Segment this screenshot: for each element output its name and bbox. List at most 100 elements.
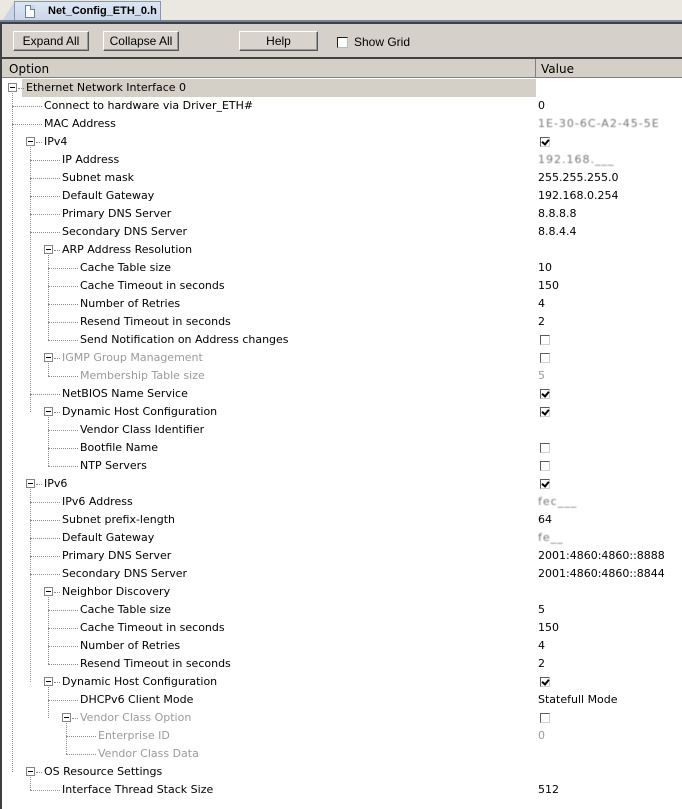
collapse-icon[interactable] <box>8 83 17 92</box>
collapse-icon[interactable] <box>44 677 53 686</box>
option-value[interactable]: 0 <box>538 729 545 742</box>
option-value[interactable]: 10 <box>538 261 552 274</box>
tree-row[interactable]: Cache Table size 5 <box>2 601 682 619</box>
tree-connector <box>48 628 78 629</box>
option-value[interactable]: 5 <box>538 369 545 382</box>
tree-row[interactable]: Default Gateway 192.168.0.254 <box>2 187 682 205</box>
collapse-icon[interactable] <box>26 767 35 776</box>
tree-row[interactable]: Cache Timeout in seconds 150 <box>2 277 682 295</box>
option-value[interactable]: fe__ <box>538 531 564 544</box>
checkbox-checked[interactable] <box>540 137 550 147</box>
tree-row[interactable]: Primary DNS Server 2001:4860:4860::8888 <box>2 547 682 565</box>
collapse-icon[interactable] <box>44 245 53 254</box>
option-column-header[interactable]: Option <box>9 62 49 76</box>
checkbox-checked[interactable] <box>540 407 550 417</box>
tree-row[interactable]: Send Notification on Address changes <box>2 331 682 349</box>
checkbox-unchecked[interactable] <box>540 353 550 363</box>
tree-row[interactable]: Subnet mask 255.255.255.0 <box>2 169 682 187</box>
show-grid-checkbox-box[interactable] <box>337 36 348 48</box>
option-label: Ethernet Network Interface 0 <box>26 81 187 94</box>
tree-row[interactable]: NTP Servers <box>2 457 682 475</box>
option-value[interactable]: 255.255.255.0 <box>538 171 618 184</box>
tree-row[interactable]: IGMP Group Management <box>2 349 682 367</box>
checkbox-unchecked[interactable] <box>540 335 550 345</box>
tree-row[interactable]: Secondary DNS Server 8.8.4.4 <box>2 223 682 241</box>
tree-row[interactable]: Vendor Class Option <box>2 709 682 727</box>
option-value[interactable]: fec___ <box>538 495 577 508</box>
tree-row[interactable]: Vendor Class Identifier <box>2 421 682 439</box>
collapse-icon[interactable] <box>26 137 35 146</box>
tree-connector <box>30 232 60 233</box>
tree-row[interactable]: Number of Retries 4 <box>2 637 682 655</box>
tree-row[interactable]: Dynamic Host Configuration <box>2 403 682 421</box>
option-value[interactable]: Statefull Mode <box>538 693 618 706</box>
collapse-icon[interactable] <box>62 713 71 722</box>
collapse-icon[interactable] <box>44 587 53 596</box>
tree-row[interactable]: IPv4 <box>2 133 682 151</box>
option-value[interactable]: 2 <box>538 657 545 670</box>
option-value[interactable]: 8.8.4.4 <box>538 225 576 238</box>
tree-row[interactable]: IP Address 192.168.___ <box>2 151 682 169</box>
tree-row[interactable]: Vendor Class Data <box>2 745 682 763</box>
tree-row[interactable]: Dynamic Host Configuration <box>2 673 682 691</box>
tree-row[interactable]: Number of Retries 4 <box>2 295 682 313</box>
tree-guide-line <box>48 363 49 376</box>
tree-row[interactable]: Default Gateway fe__ <box>2 529 682 547</box>
tree-row[interactable]: IPv6 <box>2 475 682 493</box>
option-value[interactable]: 192.168.___ <box>538 153 614 166</box>
option-value[interactable]: 150 <box>538 621 559 634</box>
collapse-all-button[interactable]: Collapse All <box>103 31 179 51</box>
tree-row[interactable]: Cache Table size 10 <box>2 259 682 277</box>
option-label: IPv6 Address <box>62 495 133 508</box>
option-value[interactable]: 192.168.0.254 <box>538 189 618 202</box>
show-grid-checkbox[interactable]: Show Grid <box>337 35 410 49</box>
option-value[interactable]: 0 <box>538 99 545 112</box>
tree-row[interactable]: Subnet prefix-length 64 <box>2 511 682 529</box>
option-value[interactable]: 150 <box>538 279 559 292</box>
option-value[interactable]: 1E-30-6C-A2-45-5E <box>538 117 660 130</box>
help-button[interactable]: Help <box>239 31 318 51</box>
tree-row[interactable]: Connect to hardware via Driver_ETH# 0 <box>2 97 682 115</box>
tree-row[interactable]: ARP Address Resolution <box>2 241 682 259</box>
expand-all-button[interactable]: Expand All <box>13 31 89 51</box>
tree-row[interactable]: Neighbor Discovery <box>2 583 682 601</box>
checkbox-unchecked[interactable] <box>540 713 550 723</box>
tree-row[interactable]: Secondary DNS Server 2001:4860:4860::8844 <box>2 565 682 583</box>
tree-row[interactable]: Interface Thread Stack Size 512 <box>2 781 682 799</box>
tree-row[interactable]: IPv6 Address fec___ <box>2 493 682 511</box>
tree-row[interactable]: Cache Timeout in seconds 150 <box>2 619 682 637</box>
column-divider[interactable] <box>535 59 536 78</box>
option-label: Default Gateway <box>62 531 155 544</box>
option-value[interactable]: 4 <box>538 297 545 310</box>
option-value[interactable]: 5 <box>538 603 545 616</box>
tree-row[interactable]: Membership Table size 5 <box>2 367 682 385</box>
option-value[interactable]: 8.8.8.8 <box>538 207 576 220</box>
collapse-icon[interactable] <box>44 353 53 362</box>
collapse-icon[interactable] <box>44 407 53 416</box>
tree-row[interactable]: Primary DNS Server 8.8.8.8 <box>2 205 682 223</box>
tree-row[interactable]: Resend Timeout in seconds 2 <box>2 655 682 673</box>
value-column-header[interactable]: Value <box>541 62 574 76</box>
tree-row[interactable]: Resend Timeout in seconds 2 <box>2 313 682 331</box>
option-value[interactable]: 2001:4860:4860::8844 <box>538 567 665 580</box>
option-value[interactable]: 2001:4860:4860::8888 <box>538 549 665 562</box>
checkbox-unchecked[interactable] <box>540 461 550 471</box>
option-value[interactable]: 2 <box>538 315 545 328</box>
tree-row[interactable]: OS Resource Settings <box>2 763 682 781</box>
tree-row[interactable]: Bootfile Name <box>2 439 682 457</box>
checkbox-checked[interactable] <box>540 677 550 687</box>
tree-row[interactable]: Ethernet Network Interface 0 <box>2 79 682 97</box>
checkbox-checked[interactable] <box>540 479 550 489</box>
option-value[interactable]: 4 <box>538 639 545 652</box>
option-value[interactable]: 512 <box>538 783 559 796</box>
tree-row[interactable]: Enterprise ID 0 <box>2 727 682 745</box>
checkbox-checked[interactable] <box>540 389 550 399</box>
checkbox-unchecked[interactable] <box>540 443 550 453</box>
tree-row[interactable]: DHCPv6 Client Mode Statefull Mode <box>2 691 682 709</box>
file-tab[interactable]: Net_Config_ETH_0.h <box>14 1 161 21</box>
option-value[interactable]: 64 <box>538 513 552 526</box>
collapse-icon[interactable] <box>26 479 35 488</box>
tree-row[interactable]: NetBIOS Name Service <box>2 385 682 403</box>
tree-connector <box>12 124 42 125</box>
tree-row[interactable]: MAC Address 1E-30-6C-A2-45-5E <box>2 115 682 133</box>
